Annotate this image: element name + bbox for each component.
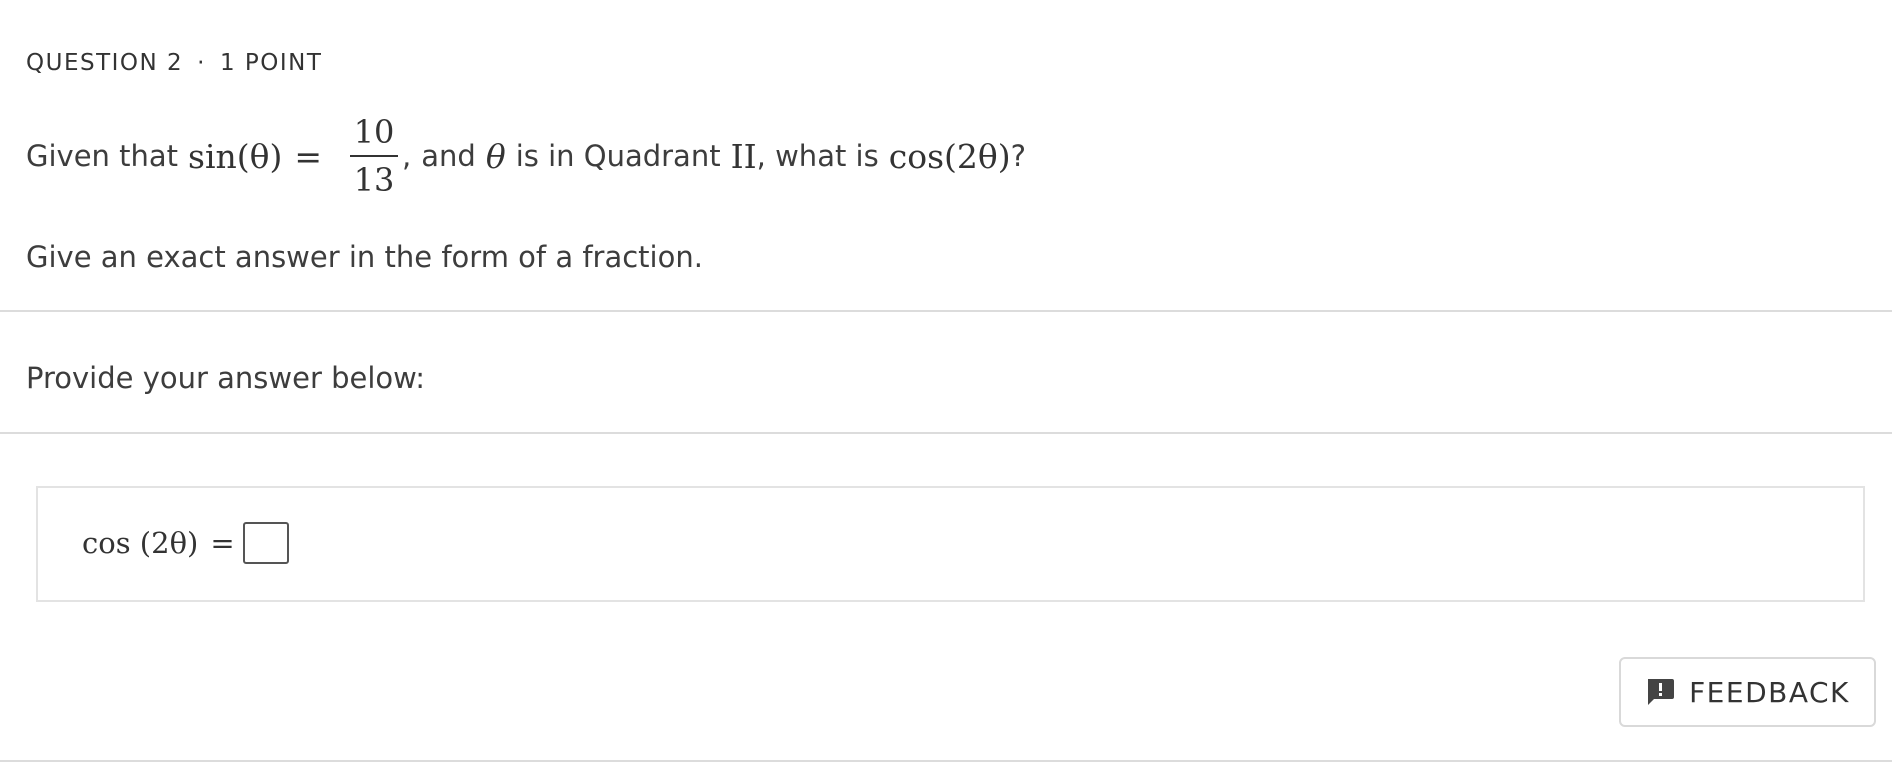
equals-sign: = — [294, 136, 323, 176]
prompt-what-is: , what is — [756, 139, 879, 173]
sine-fraction: 10 13 — [350, 112, 399, 200]
question-header: QUESTION 2 · 1 POINT — [26, 50, 322, 76]
answer-lhs: cos (2θ) — [82, 526, 199, 560]
feedback-icon — [1645, 678, 1675, 706]
answer-equals: = — [210, 526, 235, 560]
sin-theta-expression: sin(θ) — [188, 136, 283, 176]
question-prompt: Given that sin(θ) = 10 13 , and θ is in … — [26, 106, 1026, 206]
section-divider — [0, 310, 1892, 312]
prompt-comma: , — [402, 139, 412, 173]
answer-expression: cos (2θ) = — [82, 522, 289, 564]
target-expression: cos(2θ) — [888, 136, 1011, 176]
question-number: QUESTION 2 — [26, 50, 184, 76]
fraction-numerator: 10 — [353, 113, 395, 151]
question-points: 1 POINT — [219, 50, 323, 76]
quadrant-numeral: II — [730, 136, 757, 176]
fraction-denominator: 13 — [353, 161, 395, 199]
prompt-question-mark: ? — [1010, 139, 1027, 173]
answer-panel: cos (2θ) = — [36, 486, 1865, 602]
provide-answer-label: Provide your answer below: — [26, 361, 426, 395]
section-divider — [0, 432, 1892, 434]
answer-instruction: Give an exact answer in the form of a fr… — [26, 240, 703, 274]
feedback-label: FEEDBACK — [1689, 675, 1850, 709]
answer-input[interactable] — [242, 522, 289, 564]
theta-symbol: θ — [485, 136, 506, 176]
prompt-and: and — [421, 139, 476, 173]
header-separator: · — [197, 50, 206, 76]
prompt-given-that: Given that — [26, 139, 179, 173]
prompt-quadrant-text: is in Quadrant — [515, 139, 721, 173]
fraction-bar — [350, 155, 399, 157]
feedback-button[interactable]: FEEDBACK — [1619, 657, 1876, 727]
